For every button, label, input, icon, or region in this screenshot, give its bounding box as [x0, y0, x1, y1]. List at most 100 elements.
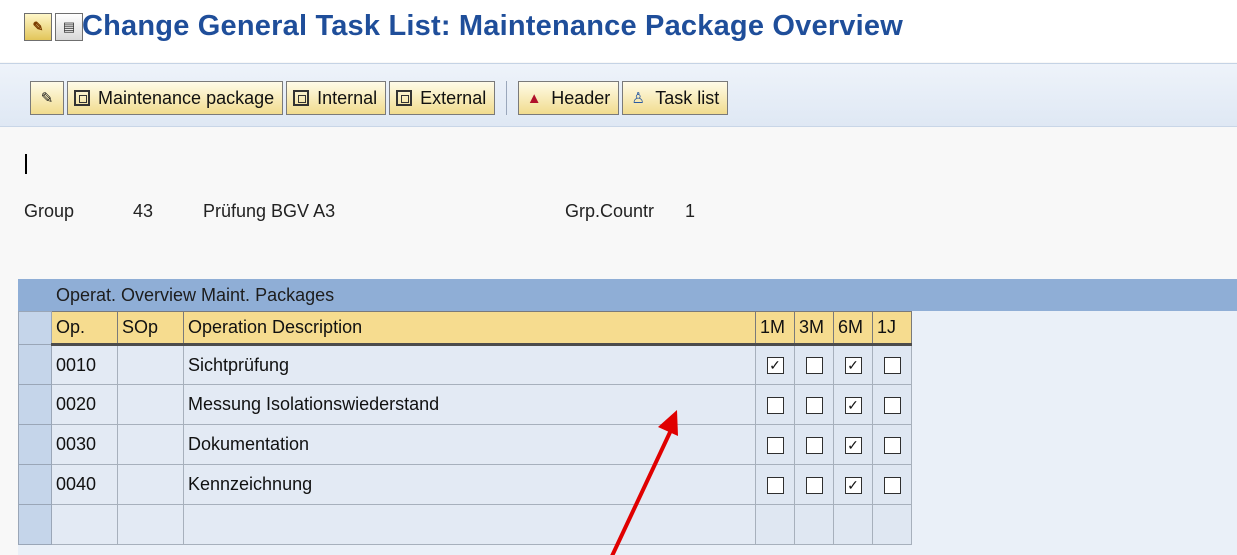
panel-header: Operat. Overview Maint. Packages: [18, 279, 1237, 311]
check-1m-cell: [755, 464, 795, 505]
sop-cell[interactable]: [117, 504, 184, 545]
table-body: 0010 Sichtprüfung ✓ ✓ 0020 Messung Isolations…: [18, 344, 912, 545]
check-3m-checkbox[interactable]: [805, 357, 823, 375]
check-6m-checkbox[interactable]: ✓: [844, 396, 862, 414]
check-1m-checkbox[interactable]: [766, 476, 784, 494]
header-label: Header: [551, 87, 611, 108]
display-change-icon[interactable]: ✎: [24, 13, 52, 41]
description-cell[interactable]: Kennzeichnung: [183, 464, 756, 505]
row-selector[interactable]: [18, 504, 52, 545]
table-row[interactable]: 0010 Sichtprüfung ✓ ✓: [18, 344, 912, 385]
col-description[interactable]: Operation Description: [183, 311, 756, 346]
group-text: Prüfung BGV A3: [203, 201, 336, 221]
sop-cell[interactable]: [117, 384, 184, 425]
description-cell[interactable]: Messung Isolationswiederstand: [183, 384, 756, 425]
row-selector[interactable]: [18, 384, 52, 425]
check-1m-checkbox[interactable]: ✓: [766, 357, 784, 375]
person-icon: ♙: [631, 90, 645, 107]
check-1m-cell: [755, 504, 795, 545]
op-cell[interactable]: 0010: [51, 344, 118, 385]
check-6m-cell: ✓: [833, 344, 873, 385]
task-list-label: Task list: [655, 87, 720, 108]
edit-button[interactable]: ✎: [30, 81, 64, 115]
check-6m-checkbox[interactable]: ✓: [844, 476, 862, 494]
check-1m-checkbox[interactable]: [766, 396, 784, 414]
row-selector[interactable]: [18, 464, 52, 505]
col-1j[interactable]: 1J: [872, 311, 912, 346]
op-cell[interactable]: [51, 504, 118, 545]
check-1m-checkbox[interactable]: [766, 436, 784, 454]
task-list-button[interactable]: ♙ Task list: [622, 81, 729, 115]
maintenance-package-button[interactable]: Maintenance package: [67, 81, 284, 115]
check-1j-checkbox[interactable]: [883, 436, 901, 454]
external-label: External: [420, 87, 487, 108]
check-3m-checkbox[interactable]: [805, 396, 823, 414]
check-1j-cell: [872, 424, 912, 465]
check-3m-cell: [794, 344, 834, 385]
check-3m-checkbox[interactable]: [805, 476, 823, 494]
package-icon: [74, 90, 90, 106]
check-6m-checkbox[interactable]: ✓: [844, 357, 862, 375]
internal-button[interactable]: Internal: [286, 81, 387, 115]
group-counter-label: Grp.Countr: [565, 201, 655, 221]
operations-panel: Operat. Overview Maint. Packages Op. SOp…: [18, 279, 1237, 555]
check-1j-checkbox[interactable]: [883, 476, 901, 494]
check-1j-cell: [872, 384, 912, 425]
check-1j-cell: [872, 504, 912, 545]
check-1m-cell: [755, 384, 795, 425]
application-toolbar: ✎ Maintenance package Internal External …: [0, 63, 1237, 127]
check-1m-cell: ✓: [755, 344, 795, 385]
op-cell[interactable]: 0040: [51, 464, 118, 505]
op-cell[interactable]: 0020: [51, 384, 118, 425]
col-op[interactable]: Op.: [51, 311, 118, 346]
check-1j-checkbox[interactable]: [883, 357, 901, 375]
group-label: Group: [24, 201, 75, 221]
check-6m-cell: ✓: [833, 464, 873, 505]
hat-icon: ▲: [526, 89, 542, 107]
check-1j-cell: [872, 464, 912, 505]
check-1m-cell: [755, 424, 795, 465]
package-icon: [293, 90, 310, 106]
check-1j-checkbox[interactable]: [883, 396, 901, 414]
check-6m-checkbox[interactable]: ✓: [844, 436, 862, 454]
description-cell[interactable]: Sichtprüfung: [183, 344, 756, 385]
sop-cell[interactable]: [117, 424, 184, 465]
toolbar-separator: [506, 81, 508, 115]
external-button[interactable]: External: [389, 81, 496, 115]
group-value: 43: [133, 201, 154, 221]
row-selector[interactable]: [18, 344, 52, 385]
table-row[interactable]: 0040 Kennzeichnung ✓: [18, 464, 912, 505]
table-row[interactable]: 0020 Messung Isolationswiederstand ✓: [18, 384, 912, 425]
check-3m-cell: [794, 464, 834, 505]
check-6m-cell: ✓: [833, 424, 873, 465]
select-all-cell[interactable]: [18, 311, 52, 345]
check-6m-cell: [833, 504, 873, 545]
col-3m[interactable]: 3M: [794, 311, 834, 346]
sop-cell[interactable]: [117, 344, 184, 385]
description-cell[interactable]: Dokumentation: [183, 424, 756, 465]
document-icon[interactable]: ▤: [55, 13, 83, 41]
check-3m-cell: [794, 504, 834, 545]
edit-icon: ✎: [40, 90, 54, 107]
title-bar: ✎ ▤ Change General Task List: Maintenanc…: [0, 0, 1237, 62]
table-row[interactable]: 0030 Dokumentation ✓: [18, 424, 912, 465]
operations-table-wrap: Op. SOp Operation Description 1M 3M 6M 1…: [18, 311, 912, 545]
description-cell[interactable]: [183, 504, 756, 545]
col-1m[interactable]: 1M: [755, 311, 795, 346]
check-3m-cell: [794, 424, 834, 465]
check-3m-checkbox[interactable]: [805, 436, 823, 454]
table-row[interactable]: [18, 504, 912, 545]
check-1j-cell: [872, 344, 912, 385]
page-title: Change General Task List: Maintenance Pa…: [82, 10, 903, 42]
text-cursor: [25, 154, 27, 174]
panel-title: Operat. Overview Maint. Packages: [56, 285, 335, 305]
row-selector[interactable]: [18, 424, 52, 465]
header-button[interactable]: ▲ Header: [518, 81, 620, 115]
maintenance-package-label: Maintenance package: [98, 87, 275, 108]
sop-cell[interactable]: [117, 464, 184, 505]
col-sop[interactable]: SOp: [117, 311, 184, 346]
op-cell[interactable]: 0030: [51, 424, 118, 465]
col-6m[interactable]: 6M: [833, 311, 873, 346]
group-counter-value: 1: [685, 201, 696, 221]
check-3m-cell: [794, 384, 834, 425]
